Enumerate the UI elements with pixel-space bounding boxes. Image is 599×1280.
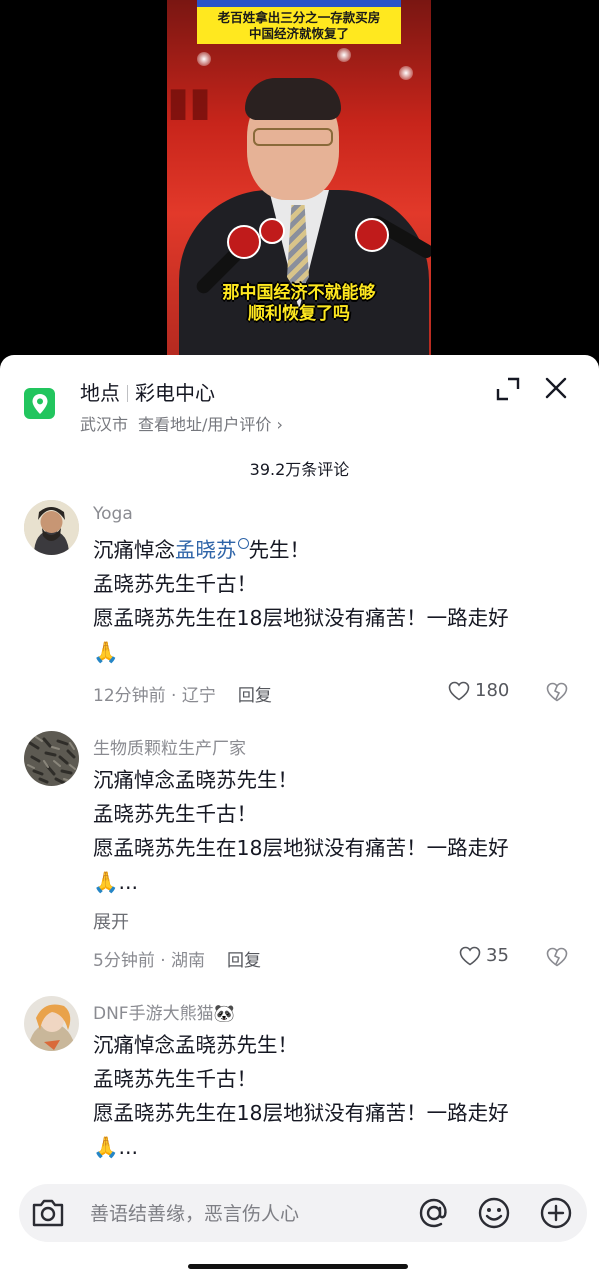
like-count: 35 [486, 945, 509, 966]
comment-line: 🙏... [93, 870, 139, 894]
expand-comment-button[interactable]: 展开 [93, 908, 129, 934]
comment-text: 沉痛悼念孟晓苏先生！ 孟晓苏先生千古！ 愿孟晓苏先生在18层地狱没有痛苦！一路走… [93, 533, 563, 669]
dislike-icon[interactable] [545, 682, 569, 702]
location-subtitle: 武汉市 查看地址/用户评价 › [80, 411, 283, 435]
heart-icon [459, 946, 481, 965]
microphone [227, 225, 261, 259]
video-headline-banner: 老百姓拿出三分之一存款买房 中国经济就恢复了 [197, 7, 401, 44]
subtitle-line-1: 那中国经济不就能够 [222, 283, 376, 303]
emoji-icon[interactable] [477, 1196, 511, 1230]
search-keyword-link[interactable]: 孟晓苏 [175, 538, 237, 562]
comment-line: 愿孟晓苏先生在18层地狱没有痛苦！一路走好 [93, 836, 509, 860]
comment-line: 孟晓苏先生千古！ [93, 802, 257, 826]
comment-time: 5分钟前 [93, 951, 155, 971]
search-icon[interactable] [237, 538, 249, 549]
video-subtitle: 那中国经济不就能够 顺利恢复了吗 [167, 283, 431, 325]
home-indicator[interactable] [188, 1264, 408, 1269]
like-button[interactable]: 35 [459, 945, 509, 966]
comment-text: 沉痛悼念孟晓苏先生！ 孟晓苏先生千古！ 愿孟晓苏先生在18层地狱没有痛苦！一路走… [93, 1028, 563, 1164]
like-button[interactable]: 180 [448, 680, 509, 701]
comment-line: 愿孟晓苏先生在18层地狱没有痛苦！一路走好 [93, 606, 509, 630]
comment-text-segment: 先生！ [248, 538, 311, 562]
comment-count: 39.2万条评论 [249, 460, 350, 479]
dislike-icon[interactable] [545, 947, 569, 967]
microphone [259, 218, 285, 244]
speaker-hair [245, 78, 341, 120]
location-name: 彩电中心 [135, 381, 215, 405]
comment-region: 辽宁 [181, 686, 216, 706]
headline-line-1: 老百姓拿出三分之一存款买房 [217, 9, 381, 25]
comment-username[interactable]: DNF手游大熊猫🐼 [93, 999, 235, 1024]
heart-icon [448, 681, 470, 700]
video-player[interactable]: 老百姓拿出三分之一存款买房 中国经济就恢复了 ▮▮ 那中国经济不就能够 顺利恢复… [167, 0, 431, 356]
reply-button[interactable]: 回复 [227, 951, 261, 971]
subtitle-line-2: 顺利恢复了吗 [248, 304, 350, 324]
comment-line: 孟晓苏先生千古！ [93, 1067, 257, 1091]
like-count: 180 [475, 680, 510, 701]
comment-line: 🙏 [93, 640, 119, 664]
avatar[interactable] [24, 996, 79, 1051]
comment-line: 🙏... [93, 1135, 139, 1159]
comment-region: 湖南 [171, 951, 206, 971]
location-title[interactable]: 地点 彩电中心 [80, 377, 215, 406]
location-label: 地点 [80, 381, 120, 405]
avatar[interactable] [24, 731, 79, 786]
reply-button[interactable]: 回复 [238, 686, 272, 706]
view-address-link[interactable]: 查看地址/用户评价 › [138, 415, 283, 434]
comment-username[interactable]: Yoga [93, 504, 133, 524]
expand-icon[interactable] [494, 375, 522, 403]
comment-input-placeholder[interactable]: 善语结善缘，恶言伤人心 [90, 1199, 299, 1226]
divider [127, 385, 128, 402]
comment-username[interactable]: 生物质颗粒生产厂家 [93, 734, 246, 759]
speaker-glasses [253, 128, 333, 146]
location-pin-icon[interactable] [24, 388, 55, 419]
comment-meta: 12分钟前 · 辽宁 回复 [93, 686, 272, 706]
headline-line-2: 中国经济就恢复了 [248, 25, 349, 41]
comment-text-segment: 沉痛悼念 [93, 538, 175, 562]
comment-sheet: 地点 彩电中心 武汉市 查看地址/用户评价 › 39.2万条评论 Yoga 沉痛悼念… [0, 355, 599, 1280]
microphone [355, 218, 389, 252]
comment-text: 沉痛悼念孟晓苏先生！ 孟晓苏先生千古！ 愿孟晓苏先生在18层地狱没有痛苦！一路走… [93, 763, 563, 899]
comment-line: 沉痛悼念孟晓苏先生！ [93, 1033, 298, 1057]
close-icon[interactable] [541, 373, 571, 403]
location-city: 武汉市 [80, 415, 129, 434]
comment-time: 12分钟前 [93, 686, 166, 706]
camera-icon[interactable] [30, 1197, 66, 1229]
comment-line: 愿孟晓苏先生在18层地狱没有痛苦！一路走好 [93, 1101, 509, 1125]
comment-line: 沉痛悼念孟晓苏先生！ [93, 533, 563, 567]
add-plus-icon[interactable] [539, 1196, 573, 1230]
mention-at-icon[interactable] [417, 1196, 451, 1230]
avatar[interactable] [24, 500, 79, 555]
comment-line: 孟晓苏先生千古！ [93, 572, 257, 596]
comment-line: 沉痛悼念孟晓苏先生！ [93, 768, 298, 792]
comment-meta: 5分钟前 · 湖南 回复 [93, 951, 262, 971]
